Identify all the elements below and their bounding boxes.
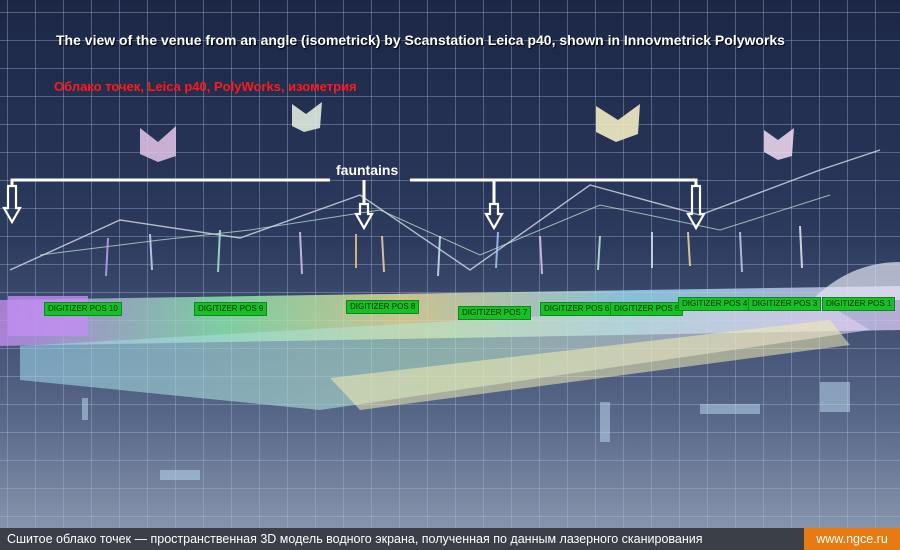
digitizer-pos-7-tag[interactable]: DIGITIZER POS 7 bbox=[458, 306, 532, 320]
fountain-indicator bbox=[10, 178, 698, 204]
digitizer-pos-5-tag[interactable]: DIGITIZER POS 5 bbox=[610, 302, 684, 316]
right-arch bbox=[812, 262, 900, 300]
digitizer-pos-8-tag[interactable]: DIGITIZER POS 8 bbox=[346, 300, 420, 314]
roof-outline bbox=[9, 149, 881, 271]
digitizer-pos-4-tag[interactable]: DIGITIZER POS 4 bbox=[678, 297, 752, 311]
english-title: The view of the venue from an angle (iso… bbox=[56, 32, 785, 48]
digitizer-pos-1-tag[interactable]: DIGITIZER POS 1 bbox=[822, 297, 896, 311]
floating-fragment bbox=[140, 126, 176, 162]
digitizer-pos-9-tag[interactable]: DIGITIZER POS 9 bbox=[194, 302, 268, 316]
digitizer-pos-6-tag[interactable]: DIGITIZER POS 6 bbox=[540, 302, 614, 316]
floating-fragment bbox=[764, 128, 794, 160]
floating-fragment bbox=[596, 104, 640, 142]
fountains-label: fauntains bbox=[336, 162, 399, 178]
point-cloud-viewport[interactable]: The view of the venue from an angle (iso… bbox=[0, 0, 900, 528]
digitizer-pos-3-tag[interactable]: DIGITIZER POS 3 bbox=[748, 297, 822, 311]
site-link[interactable]: www.ngce.ru bbox=[804, 528, 900, 550]
fountain-arrows bbox=[2, 184, 706, 231]
digitizer-pos-10-tag[interactable]: DIGITIZER POS 10 bbox=[44, 302, 122, 316]
russian-title: Облако точек, Leica p40, PolyWorks, изом… bbox=[54, 79, 357, 94]
floating-fragment bbox=[292, 102, 322, 132]
footer-caption: Сшитое облако точек — пространственная 3… bbox=[7, 532, 703, 546]
footer-bar: Сшитое облако точек — пространственная 3… bbox=[0, 528, 900, 550]
